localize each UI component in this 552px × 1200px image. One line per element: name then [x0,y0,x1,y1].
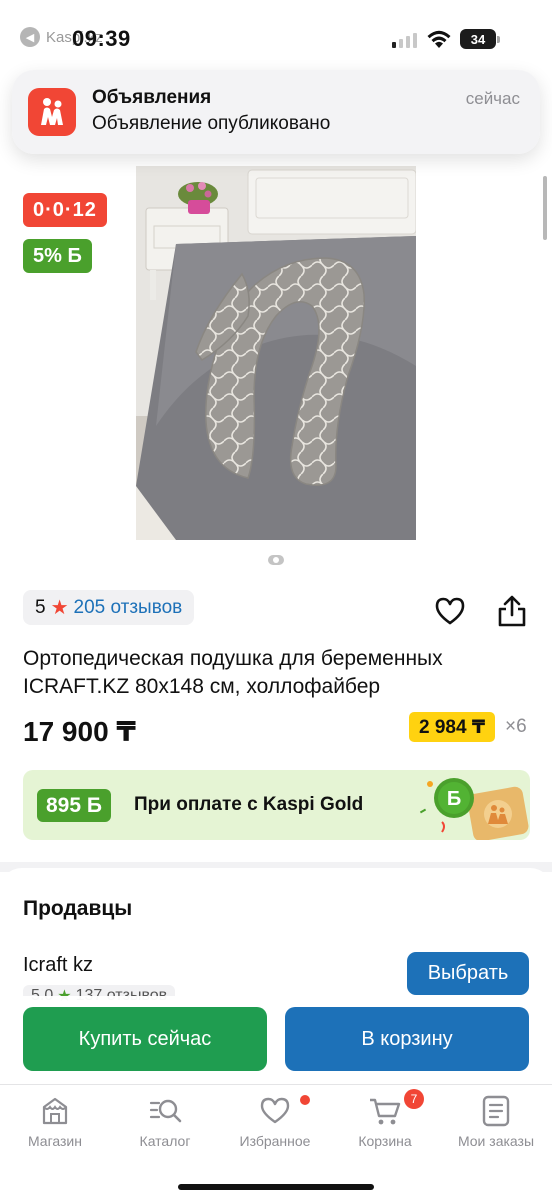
kaspi-gold-promo[interactable]: 895 Б При оплате с Kaspi Gold Б [23,770,530,840]
svg-text:Б: Б [447,788,461,810]
catalog-search-icon [149,1099,182,1123]
product-title: Ортопедическая подушка для беременных IC… [23,647,443,698]
share-icon[interactable] [496,594,528,628]
installment-months: ×6 [505,716,527,737]
tab-label: Избранное [239,1133,311,1149]
choose-seller-button[interactable]: Выбрать [407,952,529,995]
orders-icon [482,1095,510,1127]
back-arrow-icon: ◀ [20,27,40,47]
product-price: 17 900 ₸ [23,716,136,747]
image-pager-indicator [268,555,284,565]
tab-label: Магазин [27,1133,82,1149]
gold-bonus-badge: 895 Б [37,789,111,822]
add-to-cart-button[interactable]: В корзину [285,1007,529,1071]
tab-bar: Магазин Каталог Избранное Корзина 7 Мои … [0,1084,552,1200]
kaspi-ads-icon [28,88,76,136]
battery-level: 34 [460,29,496,49]
gold-promo-text: При оплате с Kaspi Gold [134,794,364,815]
sellers-title: Продавцы [23,897,133,920]
clock: 09:39 [72,26,131,51]
tab-label: Каталог [139,1133,191,1149]
home-indicator[interactable] [178,1184,374,1190]
tab-label: Мои заказы [457,1133,535,1149]
countdown-badge: 0·0·12 [23,193,107,227]
tab-shop[interactable]: Магазин [0,1095,110,1155]
notification-text: Объявление опубликовано [92,113,331,134]
wifi-icon [427,30,451,48]
tab-catalog[interactable]: Каталог [110,1095,220,1155]
seller-name[interactable]: Icraft kz [23,954,93,977]
product-screen: ◀ Kaspi.kz 09:39 34 Объявления Объявлени… [0,0,552,1200]
notification-time: сейчас [465,89,520,108]
installment-badge[interactable]: 2 984 ₸ [409,712,496,742]
product-image[interactable] [136,166,416,540]
reviews-link[interactable]: 205 отзывов [74,597,183,619]
cart-icon [370,1098,401,1125]
tab-favorites[interactable]: Избранное [220,1095,330,1155]
battery-icon: 34 [460,29,500,49]
buy-now-button[interactable]: Купить сейчас [23,1007,267,1071]
push-notification[interactable]: Объявления Объявление опубликовано сейча… [12,70,540,154]
rating-chip[interactable]: 5 ★ 205 отзывов [23,590,195,625]
favorite-heart-icon[interactable] [434,596,466,626]
signal-icon [392,32,417,48]
tab-label: Корзина [358,1133,412,1149]
favorites-notification-dot [300,1095,310,1105]
bonus-percent-badge: 5% Б [23,239,92,273]
heart-icon [260,1097,290,1124]
status-bar: ◀ Kaspi.kz 09:39 34 [0,0,552,70]
cart-count-badge: 7 [404,1089,424,1109]
tab-orders[interactable]: Мои заказы [440,1095,552,1155]
shop-icon [42,1097,68,1125]
notification-title: Объявления [92,87,212,108]
kaspi-gold-card-icon: Б [419,778,529,840]
rating-value: 5 [35,596,46,618]
star-icon: ★ [50,597,69,619]
tab-cart[interactable]: Корзина 7 [330,1089,440,1155]
scroll-indicator [543,176,547,240]
